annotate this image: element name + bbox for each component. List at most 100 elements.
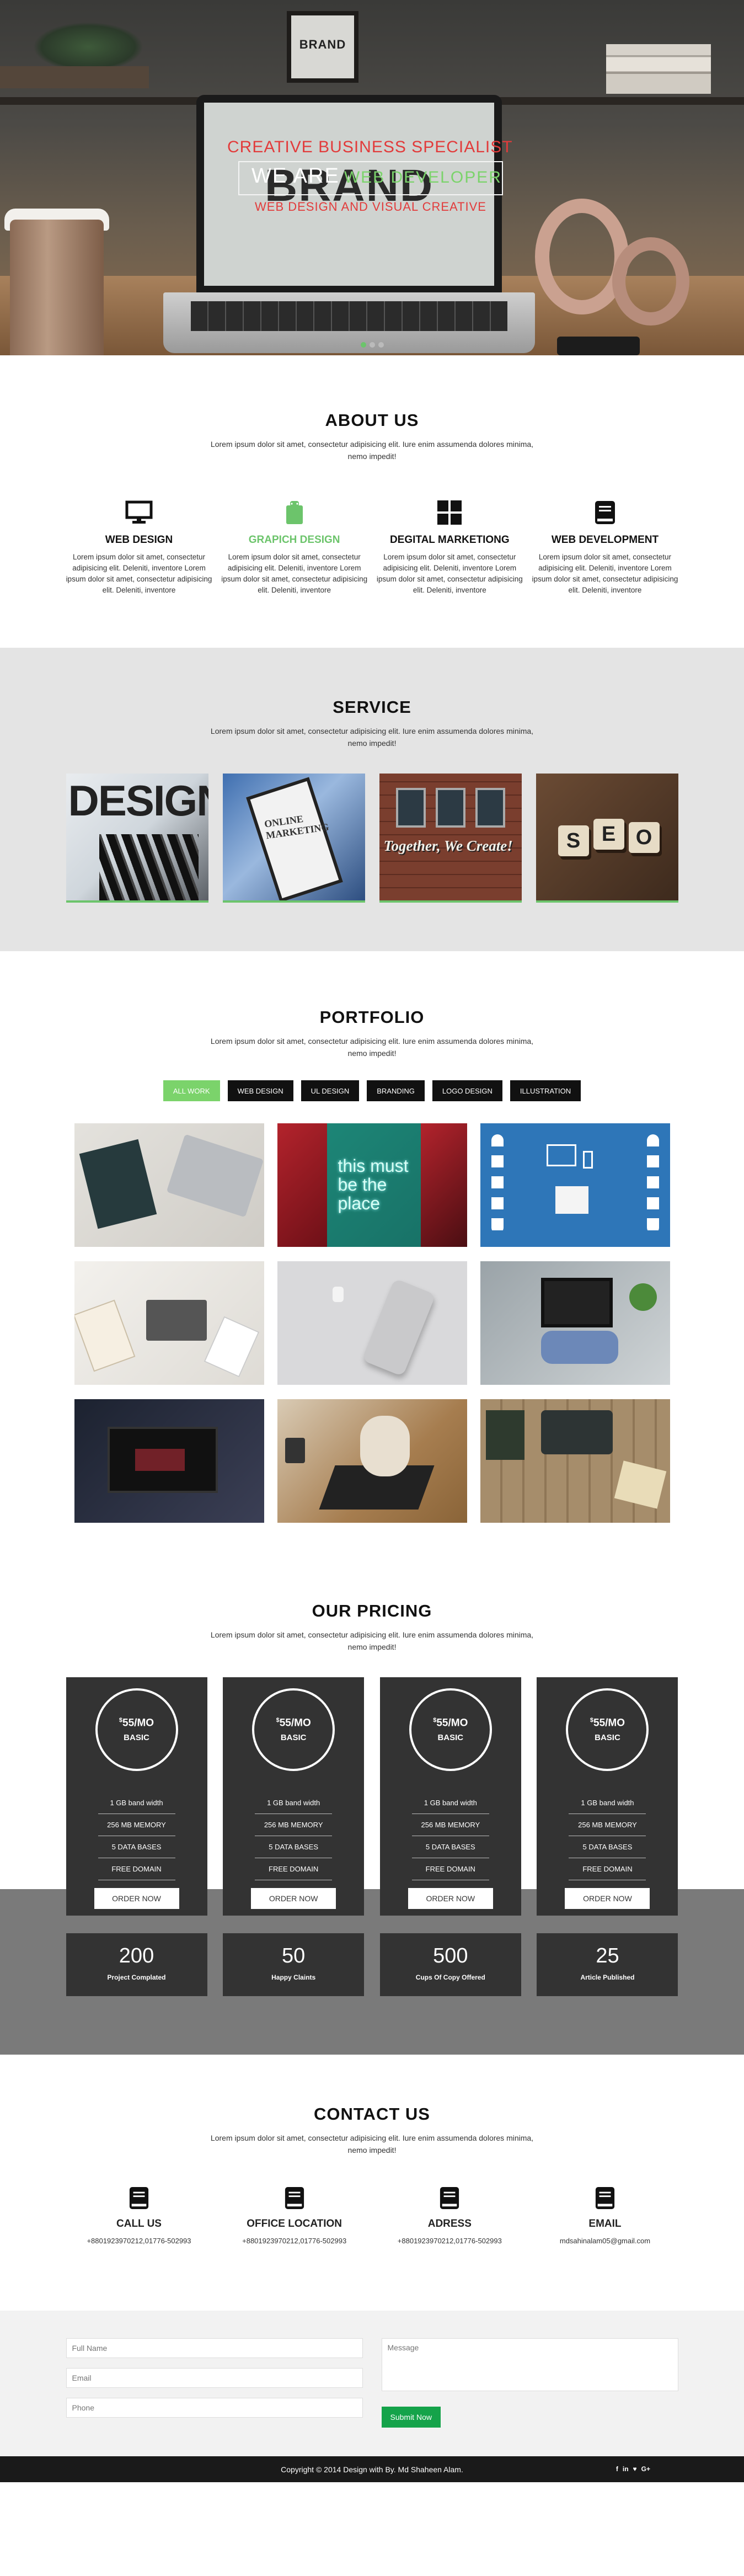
portfolio-item[interactable]	[480, 1261, 670, 1385]
plan-feature: 256 MB MEMORY	[569, 1814, 646, 1836]
icon-column	[646, 1134, 659, 1234]
window-decoration	[395, 788, 426, 828]
filter-ul-design[interactable]: UL DESIGN	[301, 1080, 360, 1101]
hands	[540, 1331, 618, 1364]
red-wall	[420, 1123, 467, 1247]
contact-email: EMAIL mdsahinalam05@gmail.com	[532, 2185, 678, 2245]
pricing-subtitle: Lorem ipsum dolor sit amet, consectetur …	[210, 1630, 534, 1651]
service-section: SERVICE Lorem ipsum dolor sit amet, cons…	[0, 648, 744, 951]
plan-features: 1 GB band width 256 MB MEMORY 5 DATA BAS…	[255, 1792, 333, 1880]
portfolio-item[interactable]: this must be the place	[277, 1123, 467, 1247]
service-card-marketing[interactable]: ONLINE MARKETING	[222, 774, 365, 903]
book-icon	[285, 2187, 304, 2209]
full-name-field[interactable]	[66, 2338, 363, 2358]
hero-we-are-role: WEB DEVELOPER	[344, 168, 502, 186]
stat-label: Article Published	[580, 1974, 635, 1981]
notebook	[79, 1139, 157, 1229]
hero-caption: CREATIVE BUSINESS SPECIALIST WE ARE WEB D…	[0, 0, 744, 355]
linkedin-icon[interactable]: in	[623, 2465, 629, 2473]
pencils-decoration	[99, 834, 199, 900]
phone-field[interactable]	[66, 2398, 363, 2418]
contact-title: CONTACT US	[314, 2104, 430, 2124]
plan-features: 1 GB band width 256 MB MEMORY 5 DATA BAS…	[569, 1792, 646, 1880]
feature-text: Lorem ipsum dolor sit amet, consectetur …	[221, 553, 368, 594]
screen-glow	[135, 1449, 185, 1471]
phone-illustration	[582, 1151, 593, 1169]
pricing-section: OUR PRICING Lorem ipsum dolor sit amet, …	[0, 1536, 744, 1916]
filter-branding[interactable]: BRANDING	[367, 1080, 425, 1101]
contact-item-title: CALL US	[116, 2218, 162, 2230]
google-plus-icon[interactable]: G+	[641, 2465, 650, 2473]
hero-headline: CREATIVE BUSINESS SPECIALIST	[227, 138, 513, 156]
portfolio-item[interactable]	[74, 1123, 264, 1247]
laptop-image	[146, 1300, 207, 1341]
plan-feature: 256 MB MEMORY	[411, 1814, 489, 1836]
contact-address: ADRESS +8801923970212,01776-502993	[377, 2185, 523, 2245]
service-card-together[interactable]: Together, We Create!	[379, 774, 522, 903]
filter-web-design[interactable]: WEB DESIGN	[227, 1080, 293, 1101]
facebook-icon[interactable]: f	[616, 2465, 618, 2473]
portfolio-grid: this must be the place	[74, 1123, 670, 1523]
book-icon	[440, 2187, 459, 2209]
stats-list: 200 Project Complated 50 Happy Claints 5…	[66, 1933, 678, 1996]
order-now-button[interactable]: ORDER NOW	[565, 1888, 650, 1909]
order-now-button[interactable]: ORDER NOW	[94, 1888, 179, 1909]
stat-number: 200	[119, 1944, 154, 1967]
plan-tier: BASIC	[595, 1732, 620, 1742]
feature-title: WEB DESIGN	[105, 534, 173, 546]
heart-icon[interactable]: ♥	[633, 2465, 637, 2473]
contact-form-section: Submit Now	[0, 2311, 744, 2456]
plan-feature: 1 GB band width	[569, 1792, 646, 1814]
plan-feature: FREE DOMAIN	[411, 1858, 489, 1880]
order-now-button[interactable]: ORDER NOW	[251, 1888, 336, 1909]
plant	[629, 1283, 657, 1311]
plan-feature: FREE DOMAIN	[569, 1858, 646, 1880]
portfolio-item[interactable]	[74, 1399, 264, 1523]
stat-card: 25 Article Published	[537, 1933, 678, 1996]
tablet-decoration: ONLINE MARKETING	[245, 777, 343, 900]
order-now-button[interactable]: ORDER NOW	[408, 1888, 493, 1909]
monitor-illustration	[546, 1144, 576, 1166]
slider-dot[interactable]	[370, 342, 375, 348]
slider-dot[interactable]	[378, 342, 384, 348]
plan-price: $55/MO	[590, 1717, 625, 1729]
plan-feature: FREE DOMAIN	[255, 1858, 333, 1880]
hero-we-are: WE ARE	[251, 164, 340, 188]
plan-feature: 1 GB band width	[255, 1792, 333, 1814]
contact-item-title: OFFICE LOCATION	[247, 2218, 342, 2230]
price-value: 55/MO	[279, 1717, 311, 1729]
feature-title: WEB DEVELOPMENT	[551, 534, 659, 546]
feature-graphic-design: GRAPICH DESIGN Lorem ipsum dolor sit ame…	[221, 499, 367, 596]
submit-button[interactable]: Submit Now	[381, 2407, 441, 2428]
portfolio-item[interactable]	[480, 1399, 670, 1523]
service-card-design[interactable]: DESIGN	[66, 774, 208, 903]
filter-logo-design[interactable]: LOGO DESIGN	[432, 1080, 502, 1101]
slider-dot[interactable]	[361, 342, 366, 348]
filter-illustration[interactable]: ILLUSTRATION	[510, 1080, 581, 1101]
plan-feature: 1 GB band width	[411, 1792, 489, 1814]
service-image-text: ONLINE MARKETING	[263, 813, 330, 841]
laptop-image	[166, 1134, 264, 1218]
social-links: f in ♥ G+	[616, 2465, 650, 2473]
price-value: 55/MO	[122, 1717, 154, 1729]
portfolio-filters: ALL WORK WEB DESIGN UL DESIGN BRANDING L…	[0, 1080, 744, 1101]
stat-label: Happy Claints	[271, 1974, 316, 1981]
plan-price: $55/MO	[276, 1717, 311, 1729]
price-circle: $55/MO BASIC	[252, 1688, 335, 1771]
service-card-seo[interactable]: S E O	[536, 774, 678, 903]
plan-price: $55/MO	[433, 1717, 468, 1729]
filter-all-work[interactable]: ALL WORK	[163, 1080, 220, 1101]
feature-digital-marketing: DEGITAL MARKETIONG Lorem ipsum dolor sit…	[377, 499, 523, 596]
contact-office-location: OFFICE LOCATION +8801923970212,01776-502…	[221, 2185, 367, 2245]
pricing-title: OUR PRICING	[312, 1601, 432, 1620]
message-field[interactable]	[381, 2338, 678, 2391]
portfolio-item[interactable]	[74, 1261, 264, 1385]
portfolio-item[interactable]	[480, 1123, 670, 1247]
portfolio-item[interactable]	[277, 1261, 467, 1385]
email-field[interactable]	[66, 2368, 363, 2388]
contact-item-value: mdsahinalam05@gmail.com	[559, 2237, 651, 2245]
service-image-text: Together, We Create!	[383, 838, 513, 854]
portfolio-item[interactable]	[277, 1399, 467, 1523]
about-subtitle: Lorem ipsum dolor sit amet, consectetur …	[210, 440, 534, 461]
about-section: ABOUT US Lorem ipsum dolor sit amet, con…	[0, 355, 744, 648]
